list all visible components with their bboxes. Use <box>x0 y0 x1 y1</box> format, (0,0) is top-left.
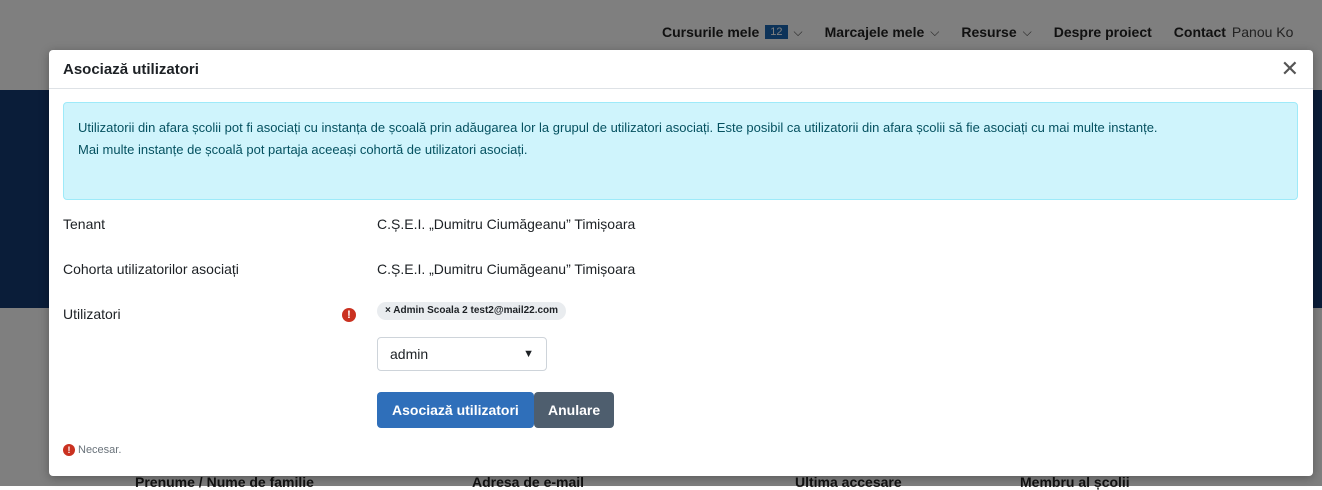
cohort-value: C.Ș.E.I. „Dumitru Ciumăgeanu” Timișoara <box>377 261 636 277</box>
tenant-label: Tenant <box>63 216 106 232</box>
users-label: Utilizatori <box>63 306 121 322</box>
required-icon: ! <box>342 308 356 322</box>
cancel-button[interactable]: Anulare <box>534 392 615 428</box>
associate-users-modal: Asociază utilizatori ✕ Utilizatorii din … <box>49 50 1313 476</box>
close-icon[interactable]: ✕ <box>1281 58 1299 80</box>
modal-title: Asociază utilizatori <box>63 60 199 78</box>
user-search-value: admin <box>390 346 429 362</box>
required-note: ! Necesar. <box>63 444 121 456</box>
selected-user-chip[interactable]: × Admin Scoala 2 test2@mail22.com <box>377 302 567 320</box>
info-text-line2: Mai multe instanțe de școală pot partaja… <box>78 142 528 157</box>
info-text-line1: Utilizatorii din afara școlii pot fi aso… <box>78 120 1158 135</box>
required-icon: ! <box>63 444 75 456</box>
required-note-text: Necesar. <box>78 444 122 456</box>
tenant-value: C.Ș.E.I. „Dumitru Ciumăgeanu” Timișoara <box>377 216 636 232</box>
cohort-label: Cohorta utilizatorilor asociați <box>63 261 239 277</box>
associate-users-button[interactable]: Asociază utilizatori <box>377 392 534 428</box>
modal-header: Asociază utilizatori ✕ <box>49 50 1313 89</box>
caret-down-icon: ▼ <box>523 348 534 360</box>
user-search-select[interactable]: admin ▼ <box>377 337 547 371</box>
info-alert: Utilizatorii din afara școlii pot fi aso… <box>63 102 1298 200</box>
